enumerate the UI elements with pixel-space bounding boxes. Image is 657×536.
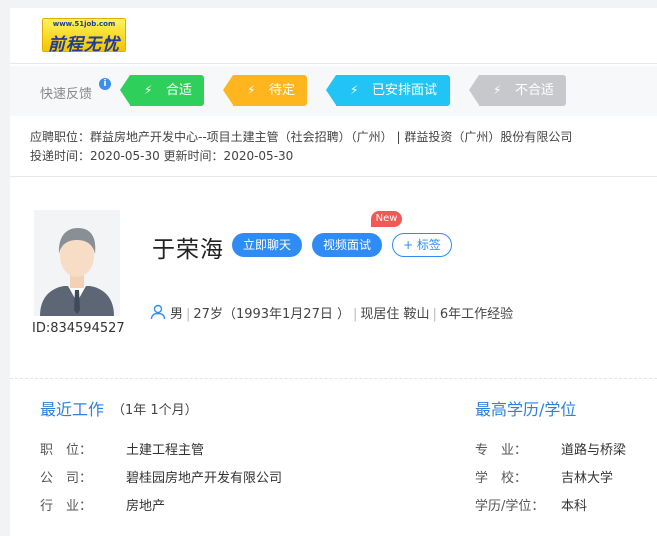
- feedback-unsuitable-label: 不合适: [515, 83, 555, 98]
- residence: 现居住 鞍山: [360, 307, 430, 322]
- chat-now-button[interactable]: 立即聊天: [232, 233, 302, 257]
- header: www.51job.com 前程无忧: [10, 8, 657, 64]
- education-title: 最高学历/学位: [475, 400, 577, 419]
- edu-degree-value: 本科: [561, 499, 588, 514]
- application-info: 应聘职位：群益房地产开发中心--项目土建主管（社会招聘）（广州） | 群益投资（…: [30, 128, 572, 166]
- feedback-interview-scheduled-button[interactable]: ⚡ 已安排面试: [326, 75, 450, 106]
- feedback-unsuitable-button[interactable]: ⚡ 不合适: [469, 75, 566, 106]
- feedback-suitable-button[interactable]: ⚡ 合适: [120, 75, 204, 106]
- person-silhouette-icon: [34, 210, 120, 316]
- work-company-value: 碧桂园房地产开发有限公司: [126, 471, 283, 486]
- divider: [10, 176, 657, 177]
- lightning-icon: ⚡: [350, 83, 359, 97]
- work-company-label: 公 司：: [40, 471, 93, 486]
- edu-major-label: 专 业：: [475, 443, 528, 458]
- 51job-logo[interactable]: www.51job.com 前程无忧: [42, 18, 126, 55]
- age: 27岁（1993年1月27日 ）: [193, 307, 350, 322]
- resume-page: www.51job.com 前程无忧 快速反馈 i ⚡ 合适 ⚡ 待定 ⚡ 已安…: [10, 8, 657, 536]
- feedback-interview-scheduled-label: 已安排面试: [372, 83, 438, 98]
- work-position-value: 土建工程主管: [126, 443, 205, 458]
- work-position-label: 职 位：: [40, 443, 93, 458]
- recent-work-title: 最近工作: [40, 400, 105, 419]
- candidate-details: 男 | 27岁（1993年1月27日 ） | 现居住 鞍山 | 6年工作经验: [150, 303, 513, 322]
- work-industry-value: 房地产: [126, 499, 166, 514]
- edu-degree-label: 学历/学位：: [475, 499, 545, 514]
- feedback-suitable-label: 合适: [166, 83, 193, 98]
- edu-school-value: 吉林大学: [561, 471, 614, 486]
- new-badge: New: [371, 211, 402, 227]
- candidate-name: 于荣海: [152, 237, 224, 263]
- feedback-pending-button[interactable]: ⚡ 待定: [223, 75, 307, 106]
- lightning-icon: ⚡: [247, 83, 256, 97]
- lightning-icon: ⚡: [144, 83, 153, 97]
- edu-major-value: 道路与桥梁: [561, 443, 627, 458]
- user-icon: [150, 304, 166, 320]
- logo-name-text: 前程无忧: [48, 35, 120, 55]
- work-experience: 6年工作经验: [439, 307, 514, 322]
- delivery-times: 投递时间：2020-05-30 更新时间：2020-05-30: [30, 149, 294, 163]
- work-industry-label: 行 业：: [40, 499, 93, 514]
- candidate-id: ID:834594527: [32, 321, 125, 336]
- quick-feedback-bar: 快速反馈 i ⚡ 合适 ⚡ 待定 ⚡ 已安排面试 ⚡ 不合适: [10, 66, 657, 116]
- avatar: [34, 210, 120, 316]
- lightning-icon: ⚡: [493, 83, 502, 97]
- logo-url-text: www.51job.com: [52, 20, 116, 28]
- video-interview-button[interactable]: 视频面试: [312, 233, 382, 257]
- feedback-pending-label: 待定: [269, 83, 296, 98]
- quick-feedback-label: 快速反馈: [40, 87, 93, 102]
- info-icon[interactable]: i: [99, 78, 111, 90]
- add-tag-button[interactable]: + 标签: [392, 233, 452, 257]
- edu-school-label: 学 校：: [475, 471, 528, 486]
- gender: 男: [170, 307, 184, 322]
- section-divider: [10, 378, 657, 379]
- applied-position: 应聘职位：群益房地产开发中心--项目土建主管（社会招聘）（广州） | 群益投资（…: [30, 130, 573, 144]
- recent-work-duration: （1年 1个月）: [112, 403, 198, 418]
